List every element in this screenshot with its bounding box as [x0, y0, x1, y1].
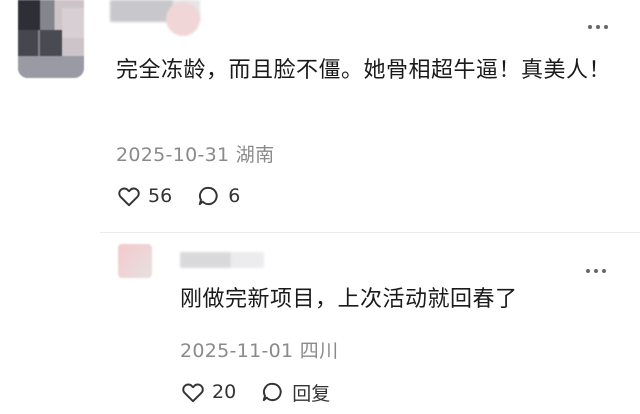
comment-text: 完全冻龄，而且脸不僵。她骨相超牛逼！真美人！ — [116, 58, 612, 83]
reply-count-button[interactable]: 6 — [196, 183, 240, 209]
heart-outline-icon — [182, 383, 204, 403]
comment-location: 湖南 — [235, 144, 275, 166]
reply-button-label: 回复 — [292, 382, 331, 405]
speech-bubble-icon — [263, 382, 282, 402]
reply-button[interactable]: 回复 — [260, 379, 330, 406]
more-dots-icon[interactable] — [586, 258, 612, 273]
reply-location: 四川 — [299, 340, 339, 362]
reply-actions: 20 回复 — [180, 378, 354, 406]
reply-like-button[interactable]: 20 — [180, 379, 236, 405]
reply-avatar[interactable] — [118, 244, 152, 278]
comment-date: 2025-10-31 — [116, 144, 230, 166]
reply-date: 2025-11-01 — [180, 340, 294, 362]
reply-username-blurred[interactable] — [180, 252, 264, 268]
reply-meta: 2025-11-01 四川 — [180, 336, 338, 363]
like-button[interactable]: 56 — [116, 183, 172, 209]
user-badge-blurred — [166, 2, 200, 36]
heart-outline-icon — [118, 187, 140, 207]
reply-like-count: 20 — [212, 381, 237, 403]
reply-count: 6 — [228, 185, 241, 207]
comment-meta: 2025-10-31 湖南 — [116, 140, 274, 167]
divider — [100, 232, 640, 233]
comment-actions: 56 6 — [116, 182, 264, 210]
like-count: 56 — [148, 185, 173, 207]
speech-bubble-icon — [199, 186, 218, 206]
reply-text: 刚做完新项目，上次活动就回春了 — [180, 287, 518, 312]
avatar[interactable] — [18, 0, 84, 78]
more-dots-icon[interactable] — [588, 14, 614, 29]
